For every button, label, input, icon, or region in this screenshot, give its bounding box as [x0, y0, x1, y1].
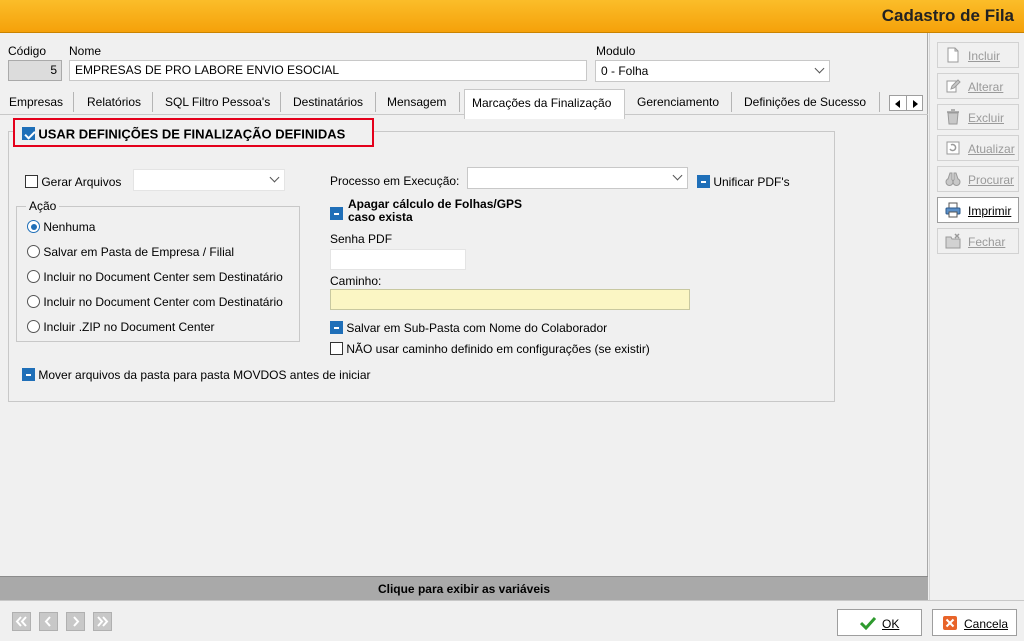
apagar-calculo-label-line2: caso exista: [348, 210, 413, 224]
senha-pdf-field[interactable]: [330, 249, 466, 270]
salvar-subpasta-checkbox[interactable]: Salvar em Sub-Pasta com Nome do Colabora…: [330, 320, 607, 335]
mover-arquivos-checkbox[interactable]: Mover arquivos da pasta para pasta MOVDO…: [22, 367, 371, 382]
codigo-label: Código: [8, 44, 47, 58]
first-record-button[interactable]: [12, 612, 31, 631]
title-bar: Cadastro de Fila: [0, 0, 1024, 33]
next-record-icon: [73, 616, 80, 627]
caminho-field[interactable]: [330, 289, 690, 310]
first-record-icon: [15, 616, 27, 627]
chevron-down-icon: [814, 63, 825, 74]
usar-definicoes-highlight: USAR DEFINIÇÕES DE FINALIZAÇÃO DEFINIDAS: [13, 118, 374, 147]
senha-pdf-label: Senha PDF: [330, 232, 393, 246]
radio-icon: [27, 295, 40, 309]
radio-selected-icon: [27, 220, 40, 234]
document-icon: [947, 47, 959, 63]
tab-empresas[interactable]: Empresas: [9, 89, 63, 115]
last-record-button[interactable]: [93, 612, 112, 631]
tab-destinatarios[interactable]: Destinatários: [293, 89, 363, 115]
gerar-arquivos-checkbox[interactable]: Gerar Arquivos: [25, 174, 121, 189]
gerar-arquivos-label: Gerar Arquivos: [41, 174, 122, 189]
checkbox-indeterminate-icon: [330, 321, 343, 335]
codigo-field[interactable]: 5: [8, 60, 62, 81]
variables-bar[interactable]: Clique para exibir as variáveis: [0, 576, 928, 600]
modulo-value: 0 - Folha: [601, 64, 649, 78]
usar-definicoes-checkbox[interactable]: USAR DEFINIÇÕES DE FINALIZAÇÃO DEFINIDAS: [22, 126, 345, 141]
atualizar-button[interactable]: Atualizar: [937, 135, 1019, 161]
tab-relatorios[interactable]: Relatórios: [87, 89, 141, 115]
folder-close-icon: [945, 233, 961, 249]
last-record-icon: [97, 616, 109, 627]
tab-strip: Empresas Relatórios SQL Filtro Pessoa's …: [0, 89, 928, 119]
variables-bar-label: Clique para exibir as variáveis: [377, 582, 551, 596]
apagar-calculo-checkbox[interactable]: Apagar cálculo de Folhas/GPS caso exista: [330, 198, 522, 224]
nome-label: Nome: [69, 44, 102, 58]
radio-document-center-com-destinatario[interactable]: Incluir no Document Center com Destinatá…: [27, 294, 283, 309]
action-sidebar: Incluir Alterar Excluir Atualizar Procur…: [929, 33, 1024, 600]
excluir-button[interactable]: Excluir: [937, 104, 1019, 130]
nome-field[interactable]: EMPRESAS DE PRO LABORE ENVIO ESOCIAL: [69, 60, 587, 81]
modulo-label: Modulo: [596, 44, 636, 58]
radio-icon: [27, 320, 40, 334]
tab-sql-filtro-pessoas[interactable]: SQL Filtro Pessoa's: [165, 89, 270, 115]
checkbox-indeterminate-icon: [330, 207, 343, 221]
checkbox-checked-icon: [22, 127, 35, 141]
radio-icon: [27, 245, 40, 259]
refresh-icon: [946, 141, 960, 155]
processo-select[interactable]: [467, 167, 688, 189]
arrow-right-icon[interactable]: [913, 100, 918, 108]
alterar-button[interactable]: Alterar: [937, 73, 1019, 99]
imprimir-button[interactable]: Imprimir: [937, 197, 1019, 223]
procurar-button[interactable]: Procurar: [937, 166, 1019, 192]
chevron-down-icon: [269, 172, 280, 183]
nao-usar-caminho-checkbox[interactable]: NÃO usar caminho definido em configuraçõ…: [330, 341, 650, 356]
processo-label: Processo em Execução:: [330, 174, 460, 188]
tab-mensagem[interactable]: Mensagem: [387, 89, 446, 115]
usar-definicoes-label: USAR DEFINIÇÕES DE FINALIZAÇÃO DEFINIDAS: [38, 126, 346, 142]
incluir-button[interactable]: Incluir: [937, 42, 1019, 68]
previous-record-button[interactable]: [39, 612, 58, 631]
ok-button[interactable]: OK: [837, 609, 922, 636]
radio-salvar-pasta-empresa[interactable]: Salvar em Pasta de Empresa / Filial: [27, 244, 234, 259]
checkbox-icon: [25, 175, 38, 189]
cancel-button[interactable]: Cancela: [932, 609, 1017, 636]
caminho-label: Caminho:: [330, 274, 382, 288]
printer-icon: [945, 202, 961, 218]
gerar-arquivos-select[interactable]: [133, 169, 285, 191]
tab-definicoes-de-sucesso[interactable]: Definições de Sucesso: [744, 89, 866, 115]
tab-marcacoes-da-finalizacao[interactable]: Marcações da Finalização: [464, 89, 625, 119]
previous-record-icon: [44, 616, 51, 627]
checkmark-icon: [860, 616, 876, 630]
acao-legend: Ação: [26, 199, 60, 213]
modulo-select[interactable]: 0 - Folha: [595, 60, 830, 82]
tab-scroll-buttons: [889, 95, 923, 111]
radio-incluir-zip[interactable]: Incluir .ZIP no Document Center: [27, 319, 215, 334]
checkbox-indeterminate-icon: [697, 175, 710, 189]
trash-icon: [947, 109, 959, 125]
fechar-button[interactable]: Fechar: [937, 228, 1019, 254]
tab-gerenciamento[interactable]: Gerenciamento: [637, 89, 719, 115]
chevron-down-icon: [672, 170, 683, 181]
window-title: Cadastro de Fila: [881, 6, 1014, 25]
cancel-icon: [943, 616, 957, 630]
checkbox-indeterminate-icon: [22, 368, 35, 382]
radio-icon: [27, 270, 40, 284]
edit-icon: [946, 79, 961, 93]
radio-nenhuma[interactable]: Nenhuma: [27, 219, 95, 234]
next-record-button[interactable]: [66, 612, 85, 631]
binoculars-icon: [945, 172, 961, 186]
checkbox-icon: [330, 342, 343, 356]
arrow-left-icon[interactable]: [895, 100, 900, 108]
unificar-pdfs-checkbox[interactable]: Unificar PDF's: [697, 174, 790, 189]
radio-document-center-sem-destinatario[interactable]: Incluir no Document Center sem Destinatá…: [27, 269, 283, 284]
